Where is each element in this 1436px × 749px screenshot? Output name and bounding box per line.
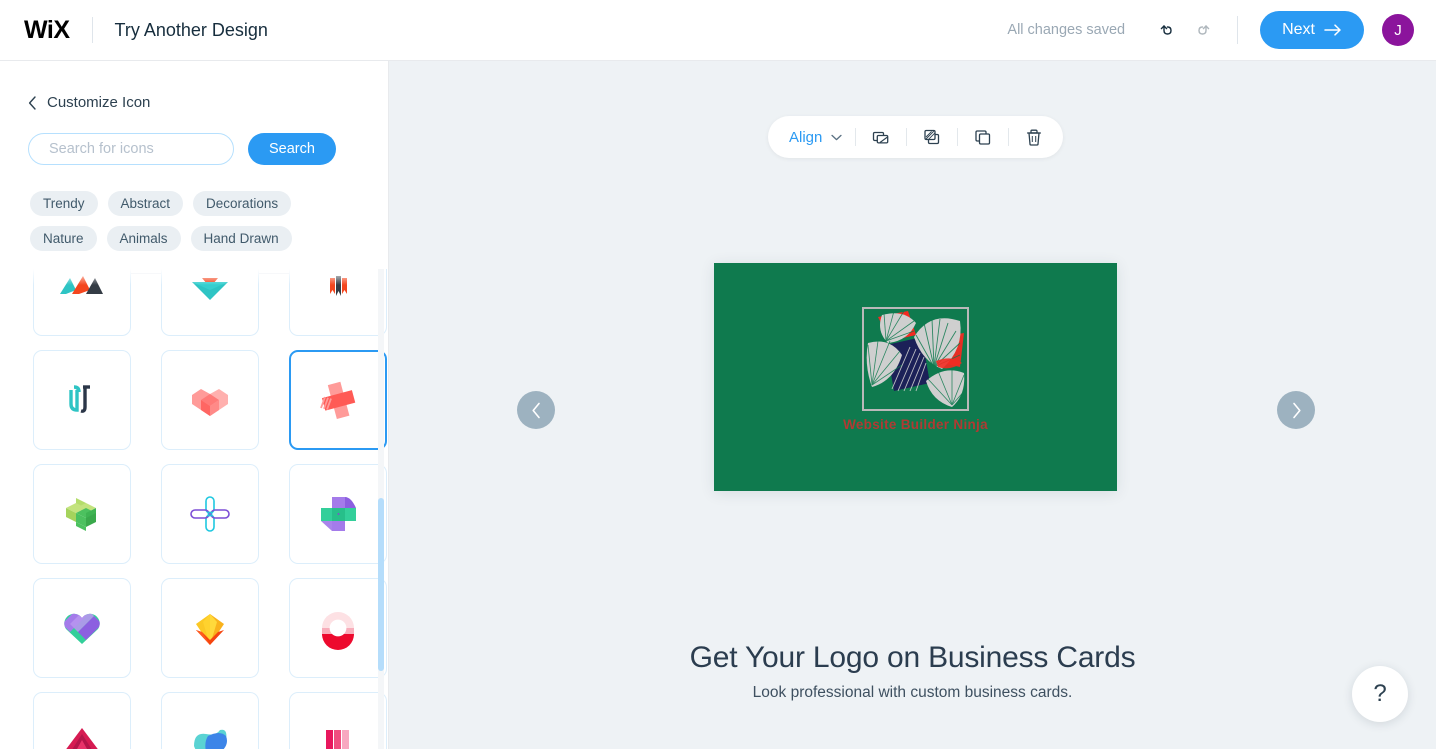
promo-section: Get Your Logo on Business Cards Look pro… — [389, 641, 1436, 702]
toolbar-divider-4 — [1008, 128, 1010, 146]
yellow-orange-fan-icon — [196, 614, 224, 645]
promo-subtitle: Look professional with custom business c… — [752, 684, 1073, 701]
business-card-preview[interactable]: Website Builder Ninja — [714, 263, 1117, 491]
duplicate-button[interactable] — [971, 125, 995, 149]
chip-nature[interactable]: Nature — [30, 226, 97, 251]
back-label: Customize Icon — [47, 94, 151, 111]
icon-tile-green-isometric-cross[interactable] — [33, 464, 131, 564]
pink-geometric-heart-icon — [192, 389, 228, 416]
redo-button[interactable] — [1185, 13, 1219, 47]
chevron-down-icon[interactable] — [831, 134, 843, 141]
previous-design-button[interactable] — [517, 391, 555, 429]
logo-frame — [862, 307, 969, 411]
next-design-button[interactable] — [1277, 391, 1315, 429]
icon-tile-yellow-orange-fan[interactable] — [161, 578, 259, 678]
red-pink-donut-ring-icon — [322, 612, 354, 650]
search-button[interactable]: Search — [248, 133, 336, 165]
undo-button[interactable] — [1151, 13, 1185, 47]
arrow-right-icon — [1324, 24, 1341, 36]
crimson-folded-arrow-icon — [66, 728, 98, 749]
icon-tile-pink-geometric-heart[interactable] — [161, 350, 259, 450]
search-input[interactable] — [49, 141, 236, 157]
red-cross-bandage-icon — [320, 381, 356, 419]
bring-forward-button[interactable] — [869, 125, 893, 149]
card-brand-name: Website Builder Ninja — [843, 417, 988, 432]
top-bar: WiX Try Another Design All changes saved… — [0, 0, 1436, 61]
blue-teal-blob-icon — [194, 729, 227, 749]
delete-button[interactable] — [1022, 125, 1046, 149]
avatar[interactable]: J — [1382, 14, 1414, 46]
topbar-divider — [91, 17, 93, 43]
chip-animals[interactable]: Animals — [106, 226, 181, 251]
question-mark-icon: ? — [1373, 680, 1387, 707]
icon-tile-teal-navy-letterforms[interactable] — [33, 350, 131, 450]
search-row: Search — [28, 133, 388, 165]
avatar-initial: J — [1394, 21, 1402, 39]
tropical-palm-leaves-logo — [864, 309, 967, 409]
icon-tile-pink-magenta-bars[interactable] — [289, 692, 387, 749]
delete-icon — [1027, 129, 1042, 146]
align-label[interactable]: Align — [789, 129, 822, 146]
icon-tile-red-black-bookmarks[interactable] — [289, 269, 387, 336]
icon-tile-teal-black-chevrons[interactable] — [33, 269, 131, 336]
sidebar: Customize Icon Search Trendy Abstract De… — [0, 61, 389, 749]
toolbar-divider-3 — [957, 128, 959, 146]
toolbar-divider-1 — [855, 128, 857, 146]
icon-tile-crimson-folded-arrow[interactable] — [33, 692, 131, 749]
save-status: All changes saved — [1007, 22, 1126, 38]
icon-tile-teal-diamond[interactable] — [161, 269, 259, 336]
teal-diamond-icon — [192, 278, 228, 300]
preview-canvas: Align Website Builder Ninja Get Your Log… — [389, 61, 1436, 749]
next-button-label: Next — [1282, 21, 1315, 38]
next-button[interactable]: Next — [1260, 11, 1364, 49]
green-isometric-cross-icon — [66, 498, 96, 531]
redo-icon — [1198, 25, 1210, 35]
back-to-customize-icon[interactable]: Customize Icon — [28, 94, 388, 111]
icon-tile-red-cross-bandage[interactable] — [289, 350, 387, 450]
wix-logo[interactable]: WiX — [24, 16, 70, 45]
undo-icon — [1160, 25, 1172, 35]
icon-grid — [33, 269, 388, 749]
topbar-actions: All changes saved Next J — [1007, 11, 1436, 49]
chip-hand-drawn[interactable]: Hand Drawn — [190, 226, 292, 251]
search-box[interactable] — [28, 133, 236, 165]
chip-decorations[interactable]: Decorations — [193, 191, 292, 216]
chevron-left-icon — [28, 95, 36, 110]
icon-grid-scroll-area[interactable] — [0, 269, 388, 749]
icon-tile-red-pink-donut-ring[interactable] — [289, 578, 387, 678]
red-black-bookmarks-icon — [330, 276, 347, 296]
icon-tile-purple-teal-plus[interactable] — [289, 464, 387, 564]
layer-opacity-icon — [924, 129, 940, 145]
chevron-right-icon — [1292, 402, 1301, 418]
cyan-purple-outline-clover-icon — [190, 496, 230, 532]
purple-teal-plus-icon — [321, 497, 356, 531]
page-title: Try Another Design — [114, 19, 268, 40]
help-button[interactable]: ? — [1352, 666, 1408, 722]
category-chips: Trendy Abstract Decorations Nature Anima… — [30, 191, 350, 251]
topbar-divider-2 — [1237, 16, 1239, 44]
chip-abstract[interactable]: Abstract — [107, 191, 184, 216]
chevron-left-icon — [531, 402, 540, 418]
icon-tile-purple-teal-woven-heart[interactable] — [33, 578, 131, 678]
layer-opacity-button[interactable] — [920, 125, 944, 149]
align-toolbar: Align — [768, 116, 1063, 158]
icon-grid-scrollbar-thumb[interactable] — [378, 498, 384, 671]
teal-black-chevrons-icon — [60, 276, 103, 294]
duplicate-icon — [975, 130, 991, 145]
teal-navy-letterforms-icon — [69, 385, 90, 413]
toolbar-divider-2 — [906, 128, 908, 146]
icon-tile-blue-teal-blob[interactable] — [161, 692, 259, 749]
bring-forward-icon — [873, 131, 889, 144]
purple-teal-woven-heart-icon — [64, 613, 100, 644]
promo-title: Get Your Logo on Business Cards — [689, 641, 1136, 674]
chip-trendy[interactable]: Trendy — [30, 191, 98, 216]
pink-magenta-bars-icon — [326, 730, 349, 749]
icon-tile-cyan-purple-outline-clover[interactable] — [161, 464, 259, 564]
